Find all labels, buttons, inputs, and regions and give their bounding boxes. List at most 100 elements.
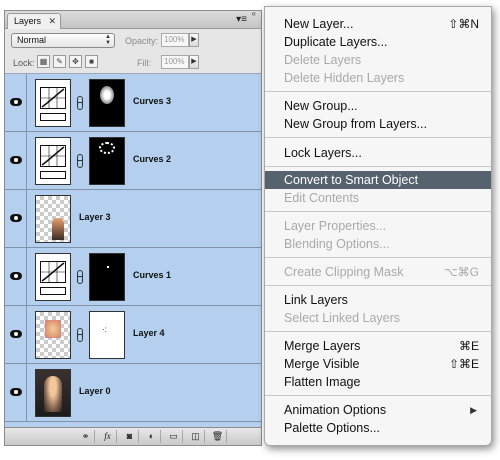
menu-item-merge-visible[interactable]: Merge Visible ⇧⌘E (265, 355, 491, 373)
menu-item-new-group-from-layers[interactable]: New Group from Layers... (265, 115, 491, 133)
menu-item-label: Duplicate Layers... (284, 35, 388, 49)
menu-item-new-layer[interactable]: New Layer... ⇧⌘N (265, 15, 491, 33)
menu-item-lock-layers[interactable]: Lock Layers... (265, 144, 491, 162)
menu-item-palette-options[interactable]: Palette Options... (265, 419, 491, 437)
tab-layers-label: Layers (14, 16, 42, 26)
lock-pixels-icon[interactable]: ✎ (53, 55, 66, 68)
curves-adjustment-thumbnail[interactable] (35, 79, 71, 127)
menu-item-shortcut: ⇧⌘N (448, 17, 479, 31)
opacity-field[interactable]: 100% (161, 33, 189, 47)
lock-transparency-icon[interactable]: ▦ (37, 55, 50, 68)
visibility-toggle[interactable] (5, 306, 27, 363)
chain-link-icon[interactable] (77, 328, 83, 342)
fill-field[interactable]: 100% (161, 55, 189, 69)
chain-link-icon[interactable] (77, 270, 83, 284)
menu-item-new-group[interactable]: New Group... (265, 97, 491, 115)
menu-item-link-layers[interactable]: Link Layers (265, 291, 491, 309)
visibility-toggle[interactable] (5, 74, 27, 131)
eye-icon[interactable] (10, 330, 22, 338)
collapse-icon[interactable]: « (252, 11, 257, 18)
menu-item-label: Palette Options... (284, 421, 380, 435)
menu-item-layer-properties: Layer Properties... (265, 217, 491, 235)
menu-item-merge-layers[interactable]: Merge Layers ⌘E (265, 337, 491, 355)
curves-adjustment-thumbnail[interactable] (35, 253, 71, 301)
portrait-fragment (52, 218, 64, 240)
curves-icon (40, 261, 66, 283)
eye-icon[interactable] (10, 98, 22, 106)
opacity-slider-arrow[interactable]: ▶ (189, 33, 199, 47)
menu-item-duplicate-layers[interactable]: Duplicate Layers... (265, 33, 491, 51)
add-mask-icon[interactable]: ◙ (121, 430, 139, 443)
menu-item-flatten-image[interactable]: Flatten Image (265, 373, 491, 391)
menu-item-label: New Group... (284, 99, 358, 113)
visibility-toggle[interactable] (5, 364, 27, 421)
chain-link-icon[interactable] (77, 154, 83, 168)
layer-row[interactable]: Layer 3 (5, 190, 261, 248)
layer-name[interactable]: Layer 4 (133, 328, 165, 338)
eye-icon[interactable] (10, 156, 22, 164)
eye-icon[interactable] (10, 214, 22, 222)
menu-item-label: Flatten Image (284, 375, 361, 389)
mask-highlight (107, 266, 109, 268)
menu-item-label: New Layer... (284, 17, 354, 31)
menu-item-animation-options[interactable]: Animation Options ▶ (265, 401, 491, 419)
menu-item-label: Create Clipping Mask (284, 265, 404, 279)
lock-all-icon[interactable]: ■ (85, 55, 98, 68)
menu-item-convert-to-smart-object[interactable]: Convert to Smart Object (265, 171, 491, 189)
visibility-toggle[interactable] (5, 190, 27, 247)
menu-item-select-linked-layers: Select Linked Layers (265, 309, 491, 327)
menu-separator (265, 137, 491, 138)
chain-link-icon[interactable] (77, 96, 83, 110)
layer-row[interactable]: ·: Layer 4 (5, 306, 261, 364)
layer-row[interactable]: Layer 0 (5, 364, 261, 422)
new-layer-icon[interactable]: ◫ (187, 430, 205, 443)
visibility-toggle[interactable] (5, 248, 27, 305)
layer-name[interactable]: Curves 2 (133, 154, 171, 164)
layer-thumbnail[interactable] (35, 311, 71, 359)
layer-mask-thumbnail[interactable] (89, 79, 125, 127)
menu-item-label: New Group from Layers... (284, 117, 428, 131)
menu-item-label: Convert to Smart Object (284, 173, 419, 187)
menu-separator (265, 166, 491, 167)
lock-position-icon[interactable]: ✥ (69, 55, 82, 68)
layer-name[interactable]: Layer 0 (79, 386, 111, 396)
layer-row[interactable]: Curves 3 (5, 74, 261, 132)
menu-separator (265, 257, 491, 258)
menu-item-label: Blending Options... (284, 237, 390, 251)
trash-icon[interactable]: 🗑 (209, 430, 227, 443)
link-icon[interactable]: ⚭ (77, 430, 95, 443)
fill-slider-arrow[interactable]: ▶ (189, 55, 199, 69)
menu-item-delete-layers: Delete Layers (265, 51, 491, 69)
adjustment-layer-icon[interactable]: ◐ (143, 430, 161, 443)
lock-label: Lock: (13, 58, 35, 68)
layer-name[interactable]: Curves 1 (133, 270, 171, 280)
eye-icon[interactable] (10, 272, 22, 280)
menu-item-create-clipping-mask: Create Clipping Mask ⌥⌘G (265, 263, 491, 281)
palette-bottom-bar: ⚭ fx ◙ ◐ ▭ ◫ 🗑 (5, 427, 261, 445)
layer-row[interactable]: Curves 1 (5, 248, 261, 306)
menu-item-label: Merge Layers (284, 339, 361, 353)
menu-item-blending-options: Blending Options... (265, 235, 491, 253)
palette-menu-icon[interactable]: ▾≡ (236, 14, 247, 25)
layer-row[interactable]: Curves 2 (5, 132, 261, 190)
layers-palette: Layers ✕ « ▾≡ Normal ▲ ▼ Opacity: 100% ▶ … (4, 10, 262, 446)
portrait-image (44, 376, 62, 412)
menu-item-label: Merge Visible (284, 357, 360, 371)
menu-item-shortcut: ⌥⌘G (443, 265, 479, 279)
layer-mask-thumbnail[interactable] (89, 253, 125, 301)
layer-thumbnail[interactable] (35, 369, 71, 417)
layer-mask-thumbnail[interactable]: ·: (89, 311, 125, 359)
visibility-toggle[interactable] (5, 132, 27, 189)
layer-name[interactable]: Layer 3 (79, 212, 111, 222)
layer-mask-thumbnail[interactable] (89, 137, 125, 185)
fx-icon[interactable]: fx (99, 430, 117, 443)
new-group-icon[interactable]: ▭ (165, 430, 183, 443)
layer-thumbnail[interactable] (35, 195, 71, 243)
eye-icon[interactable] (10, 388, 22, 396)
face-fragment (45, 320, 61, 338)
curves-adjustment-thumbnail[interactable] (35, 137, 71, 185)
blend-mode-select[interactable]: Normal ▲ ▼ (11, 33, 115, 48)
tab-layers[interactable]: Layers ✕ (7, 13, 61, 29)
layer-name[interactable]: Curves 3 (133, 96, 171, 106)
close-icon[interactable]: ✕ (48, 14, 56, 28)
